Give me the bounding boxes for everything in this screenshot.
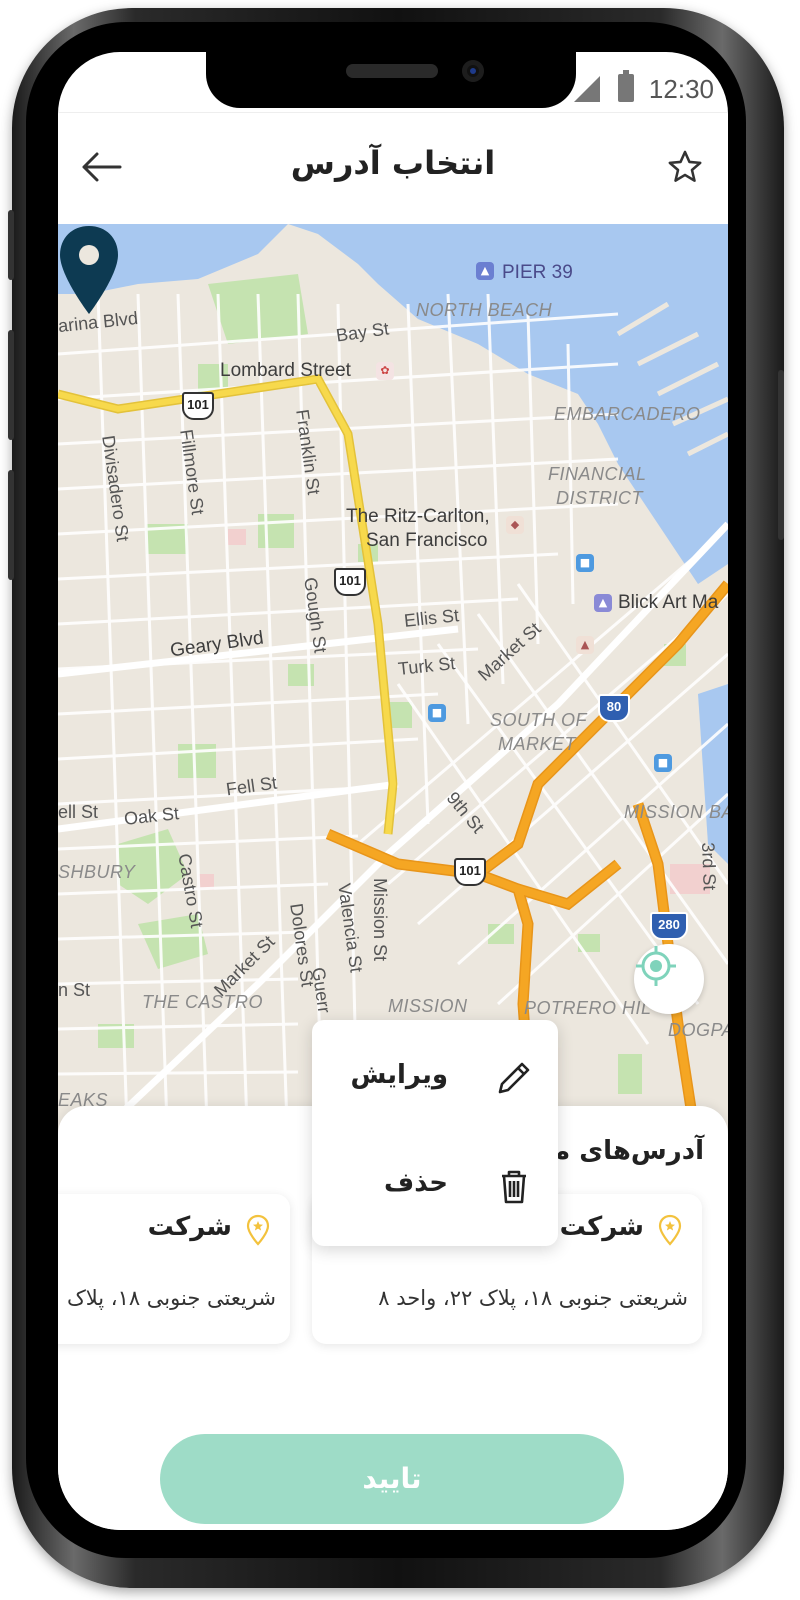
- mute-switch: [8, 470, 14, 580]
- map-label-shbury: SHBURY: [58, 862, 136, 882]
- address-card-address: شریعتی جنوبی ۱۸، پلاک ۲۲، واحد ۸: [378, 1286, 688, 1310]
- delete-menu-label: حذف: [384, 1168, 448, 1198]
- locate-me-button[interactable]: [634, 944, 704, 1014]
- poi-icon: ■: [654, 754, 672, 772]
- map-label-potrero: POTRERO HIL: [524, 998, 652, 1018]
- favorite-pin-icon: [246, 1214, 270, 1246]
- map-label-district: DISTRICT: [556, 488, 643, 508]
- poi-icon: ■: [428, 704, 446, 722]
- address-card[interactable]: شرکت شریعتی جنوبی ۱۸، پلاک: [58, 1194, 290, 1344]
- map-label-lombard: Lombard Street: [220, 360, 351, 381]
- status-time: 12:30: [648, 74, 714, 104]
- map-label-the-castro: THE CASTRO: [142, 992, 264, 1012]
- battery-icon: [618, 70, 634, 102]
- phone-screen: 12:30 انتخاب آدرس PIER 39 ▲ NORTH BEACH …: [58, 52, 728, 1530]
- address-card-name: شرکت: [559, 1212, 644, 1242]
- edit-menu-label: ویرایش: [350, 1060, 448, 1090]
- highway-shield-101: 101: [182, 392, 214, 420]
- map-label-mission: MISSION: [388, 996, 468, 1016]
- map-label-blick: Blick Art Ma: [618, 592, 719, 613]
- notch: [206, 52, 576, 108]
- edit-menu-item[interactable]: ویرایش: [312, 1026, 558, 1126]
- speaker: [346, 64, 438, 78]
- address-card-address: شریعتی جنوبی ۱۸، پلاک: [66, 1286, 276, 1310]
- map-label-mission-st: Mission St: [370, 878, 390, 962]
- map-label-dogpa: DOGPA: [668, 1020, 728, 1040]
- delete-menu-item[interactable]: حذف: [312, 1134, 558, 1234]
- map-label-ritz2: San Francisco: [366, 530, 488, 551]
- poi-icon: ✿: [376, 362, 394, 380]
- poi-icon: ▲: [476, 262, 494, 280]
- map-label-financial: FINANCIAL: [548, 464, 647, 484]
- map-label-ritz1: The Ritz-Carlton,: [346, 506, 490, 527]
- highway-shield-101: 101: [334, 568, 366, 596]
- confirm-button[interactable]: تایید: [160, 1434, 624, 1524]
- map-label-market-district: MARKET: [498, 734, 577, 754]
- highway-shield-280: 280: [650, 912, 688, 940]
- map-label-north-beach: NORTH BEACH: [416, 300, 553, 320]
- location-pin-icon: [60, 226, 118, 314]
- volume-down-button: [8, 330, 14, 440]
- highway-shield-80: 80: [598, 694, 630, 722]
- pencil-icon: [498, 1062, 530, 1094]
- poi-icon: ◆: [506, 516, 524, 534]
- map-label-third-st: 3rd St: [698, 842, 720, 891]
- poi-icon: ■: [576, 554, 594, 572]
- highway-shield-101: 101: [454, 858, 486, 886]
- volume-up-button: [8, 210, 14, 280]
- address-context-menu: ویرایش حذف: [312, 1020, 558, 1246]
- map-view[interactable]: PIER 39 ▲ NORTH BEACH arina Blvd Bay St …: [58, 224, 728, 1154]
- divider: [58, 112, 728, 113]
- map-label-mission-bay: MISSION BA: [624, 802, 728, 822]
- poi-icon: ▲: [576, 636, 594, 654]
- map-label-pier39: PIER 39: [502, 262, 573, 283]
- power-button: [778, 370, 784, 540]
- map-label-n-st: n St: [58, 980, 91, 1000]
- page-title: انتخاب آدرس: [290, 144, 496, 182]
- signal-icon: [574, 76, 600, 102]
- app-header: انتخاب آدرس: [58, 114, 728, 224]
- star-icon: [668, 150, 702, 182]
- crosshair-icon: [636, 946, 676, 986]
- map-label-embarcadero: EMBARCADERO: [554, 404, 701, 424]
- favorite-button[interactable]: [660, 142, 710, 192]
- map-label-ell: ell St: [58, 802, 99, 822]
- poi-icon: ▲: [594, 594, 612, 612]
- favorite-pin-icon: [658, 1214, 682, 1246]
- address-card-name: شرکت: [147, 1212, 232, 1242]
- map-label-south-of: SOUTH OF: [490, 710, 587, 730]
- front-camera: [462, 60, 484, 82]
- trash-icon: [502, 1170, 526, 1204]
